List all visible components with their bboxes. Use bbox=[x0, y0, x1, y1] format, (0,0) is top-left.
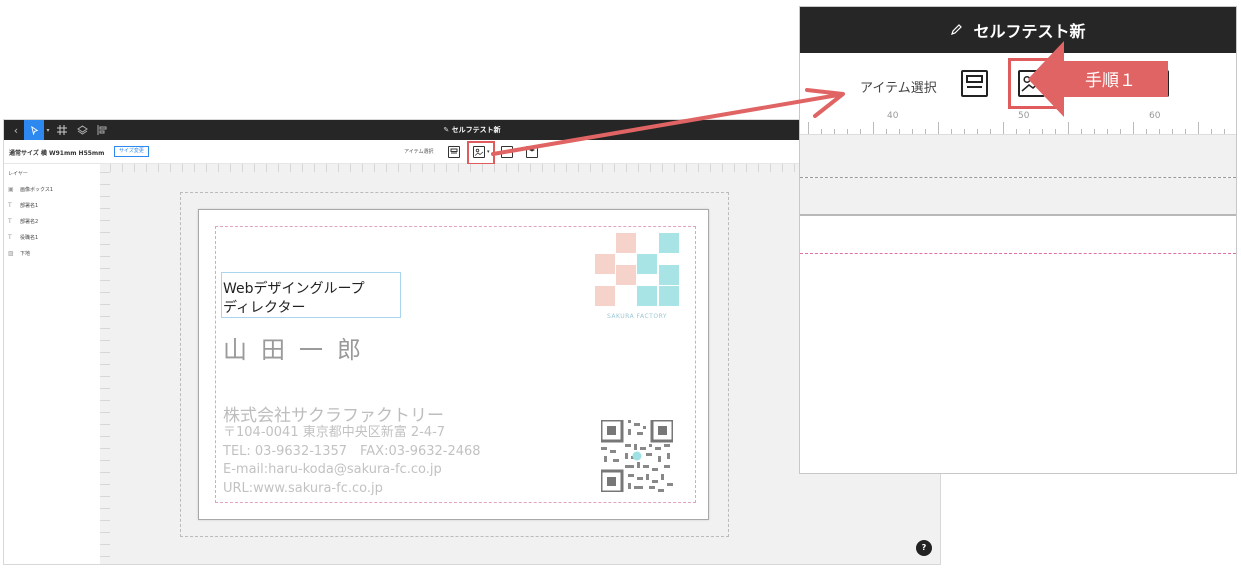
tutorial-screenshot: ‹ ▾ ✎ セルフテスト新 ↶ ↷ 通常サイズ bbox=[0, 0, 1241, 568]
connector-arrow bbox=[491, 88, 845, 156]
